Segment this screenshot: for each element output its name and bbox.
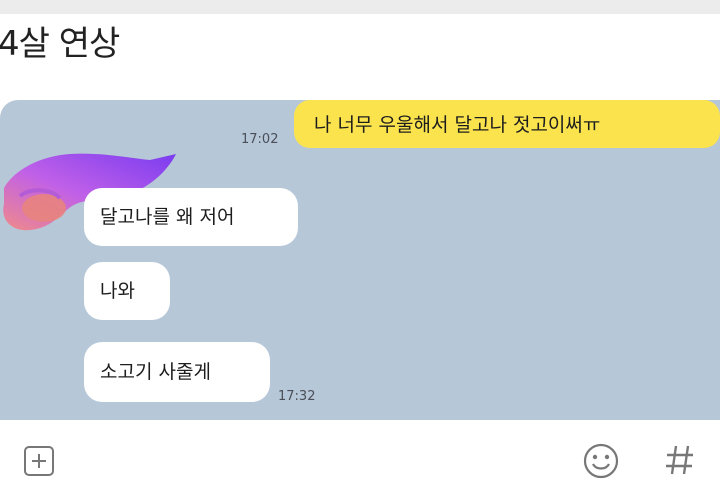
- chat-area[interactable]: 나 너무 우울해서 달고나 젓고이써ㅠ 17:02 달고나를 왜 저어 나와 소…: [0, 100, 720, 420]
- received-message-bubble[interactable]: 나와: [84, 262, 170, 320]
- top-strip: [0, 0, 720, 14]
- sent-message-time: 17:02: [241, 132, 279, 147]
- smiley-icon[interactable]: [582, 442, 620, 480]
- received-message-bubble[interactable]: 소고기 사줄게: [84, 342, 270, 402]
- hash-icon[interactable]: [660, 440, 700, 480]
- sent-message-bubble[interactable]: 나 너무 우울해서 달고나 젓고이써ㅠ: [294, 100, 720, 148]
- input-bar: [0, 420, 720, 487]
- plus-square-icon[interactable]: [22, 444, 56, 478]
- received-message-time: 17:32: [278, 389, 316, 404]
- chat-title: 4살 연상: [0, 24, 120, 64]
- received-message-bubble[interactable]: 달고나를 왜 저어: [84, 188, 298, 246]
